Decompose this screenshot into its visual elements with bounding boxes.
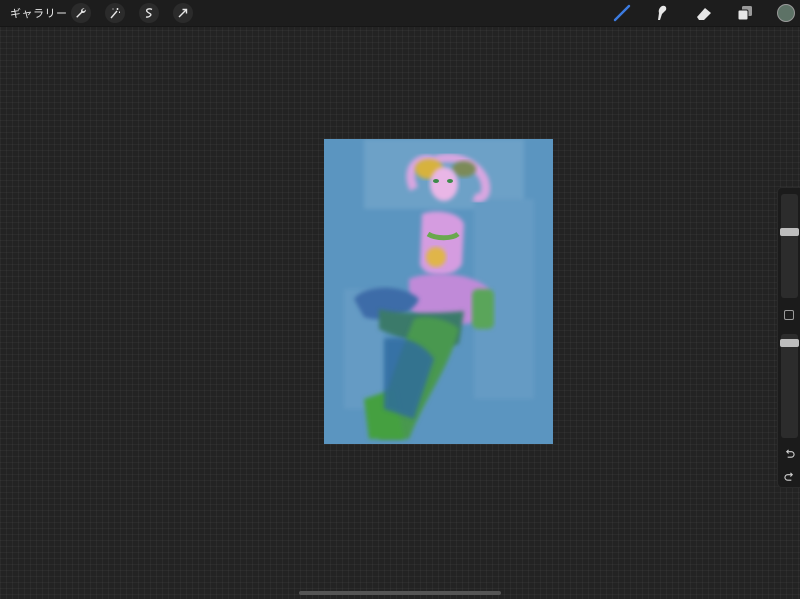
artwork-figure [344, 139, 534, 439]
opacity-slider[interactable] [781, 334, 798, 438]
modify-square-icon[interactable] [784, 310, 794, 320]
wrench-icon[interactable] [71, 3, 91, 23]
drawing-canvas[interactable] [324, 139, 553, 444]
redo-icon[interactable] [782, 469, 797, 483]
eraser-icon[interactable] [694, 4, 714, 22]
top-toolbar: ギャラリー [0, 0, 800, 27]
magic-wand-icon[interactable] [105, 3, 125, 23]
layers-icon[interactable] [735, 4, 755, 22]
brush-size-slider[interactable] [781, 194, 798, 298]
gallery-button[interactable]: ギャラリー [10, 5, 68, 21]
undo-icon[interactable] [782, 446, 797, 460]
color-picker-button[interactable] [777, 4, 795, 22]
brush-icon[interactable] [612, 4, 632, 22]
transform-arrow-icon[interactable] [173, 3, 193, 23]
selection-icon[interactable] [139, 3, 159, 23]
opacity-thumb[interactable] [780, 338, 799, 347]
home-indicator [299, 591, 501, 595]
smudge-icon[interactable] [652, 4, 672, 22]
brush-size-thumb[interactable] [780, 227, 799, 236]
sidebar-panel [777, 187, 800, 488]
